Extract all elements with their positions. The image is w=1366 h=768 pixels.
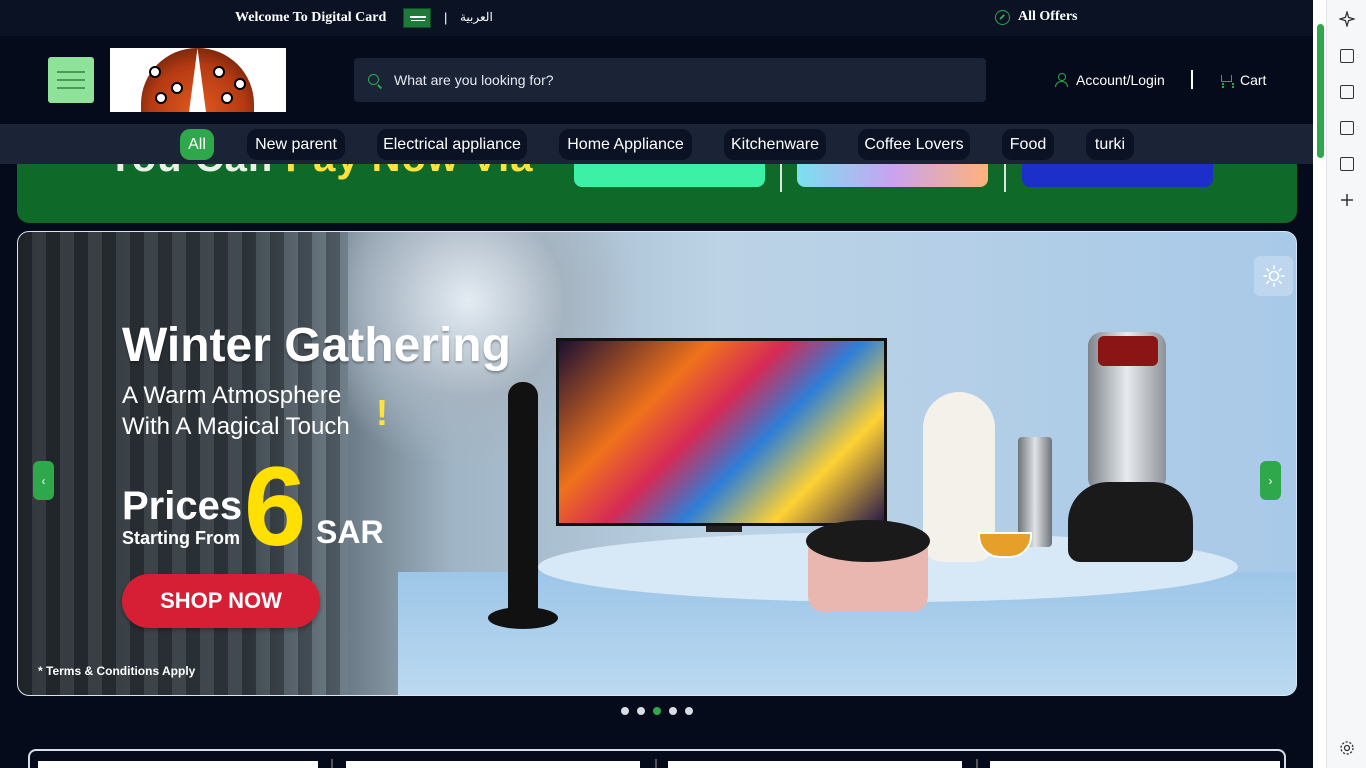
carousel-dot-2[interactable]: [637, 707, 645, 715]
cake-maker-plate: [806, 520, 930, 562]
hero-subtitle-line2: With A Magical Touch: [122, 413, 350, 440]
logo-dot: [171, 82, 183, 94]
scrollbar-thumb[interactable]: [1317, 24, 1324, 158]
shop-now-button[interactable]: SHOP NOW: [122, 574, 320, 628]
sparkle-icon[interactable]: [1339, 11, 1355, 27]
samovar-lid: [1098, 336, 1158, 366]
category-nav: All New parent Electrical appliance Home…: [0, 124, 1313, 164]
product-card[interactable]: [38, 761, 318, 768]
category-electrical-appliance[interactable]: Electrical appliance: [377, 129, 527, 160]
carousel-dots: [621, 707, 693, 715]
television-image: [556, 338, 887, 526]
hamburger-menu-icon: [57, 71, 85, 73]
screenshot-icon[interactable]: [1340, 49, 1354, 63]
product-cards-section: [28, 749, 1286, 768]
saudi-flag-icon: [403, 8, 431, 28]
search-icon: [368, 74, 379, 85]
cart-label: Cart: [1240, 72, 1267, 88]
hero-prices-label: Prices: [122, 484, 243, 528]
theme-toggle-button[interactable]: [1254, 256, 1293, 296]
all-offers-label: All Offers: [1018, 9, 1078, 24]
welcome-text: Welcome To Digital Card: [235, 10, 387, 25]
language-switch-link[interactable]: العربية: [460, 10, 493, 24]
reader-icon[interactable]: [1340, 157, 1354, 171]
sun-icon: [1262, 265, 1285, 287]
television-stand: [706, 526, 742, 532]
settings-gear-icon[interactable]: [1339, 740, 1355, 756]
cart-icon: [1219, 74, 1234, 86]
terms-note: * Terms & Conditions Apply: [38, 664, 196, 678]
account-login-link[interactable]: Account/Login: [1055, 72, 1165, 88]
carousel-next-button[interactable]: ›: [1260, 461, 1281, 500]
carousel-dot-4[interactable]: [669, 707, 677, 715]
logo-dot: [213, 66, 225, 78]
product-card[interactable]: [346, 761, 640, 768]
search-input[interactable]: [394, 58, 974, 102]
carousel-dot-1[interactable]: [621, 707, 629, 715]
hero-title: Winter Gathering: [122, 319, 511, 372]
header-divider: [1191, 70, 1193, 89]
category-kitchenware[interactable]: Kitchenware: [724, 129, 826, 160]
logo-dot: [221, 92, 233, 104]
account-login-label: Account/Login: [1076, 72, 1165, 88]
samovar-base: [1068, 482, 1193, 562]
hero-banner[interactable]: Winter Gathering A Warm Atmosphere With …: [17, 231, 1297, 696]
hero-currency: SAR: [316, 514, 384, 550]
top-bar: Welcome To Digital Card | العربية All Of…: [0, 0, 1313, 36]
main-header: Account/Login Cart: [0, 36, 1313, 124]
browser-side-panel: [1326, 0, 1366, 768]
carousel-dot-5[interactable]: [685, 707, 693, 715]
category-all[interactable]: All: [180, 129, 214, 160]
card-divider: [976, 759, 978, 768]
tower-fan-image: [508, 382, 538, 622]
hero-exclamation: !: [376, 392, 388, 433]
category-food[interactable]: Food: [1002, 129, 1054, 160]
category-turki[interactable]: turki: [1086, 129, 1134, 160]
add-icon[interactable]: [1340, 193, 1354, 207]
cart-link[interactable]: Cart: [1219, 72, 1266, 88]
carousel-prev-button[interactable]: ‹: [33, 461, 54, 500]
bookmark-icon[interactable]: [1340, 121, 1354, 135]
card-divider: [331, 759, 333, 768]
ladybug-logo-icon: [141, 48, 254, 112]
hero-subtitle: A Warm Atmosphere With A Magical Touch: [122, 380, 350, 442]
hero-starting-from: Starting From: [122, 528, 241, 548]
topbar-separator: |: [444, 10, 448, 25]
hamburger-menu-button[interactable]: [48, 57, 94, 103]
wallet-icon[interactable]: [1340, 85, 1354, 99]
hamburger-line: [57, 87, 85, 89]
logo-dot: [234, 78, 246, 90]
coffee-grinder-image: [1018, 437, 1052, 547]
logo-dot: [149, 66, 161, 78]
hero-subtitle-line1: A Warm Atmosphere: [122, 382, 342, 409]
product-card[interactable]: [990, 761, 1280, 768]
user-icon: [1055, 73, 1068, 87]
carousel-dot-3[interactable]: [653, 707, 661, 715]
card-divider: [655, 759, 657, 768]
logo-dot: [155, 92, 167, 104]
category-coffee-lovers[interactable]: Coffee Lovers: [858, 129, 970, 160]
percent-badge-icon: [995, 9, 1010, 25]
search-bar: [354, 58, 986, 102]
category-new-parent[interactable]: New parent: [247, 129, 345, 160]
hero-price-value: 6: [244, 444, 307, 569]
hamburger-line: [57, 79, 85, 81]
store-logo[interactable]: [110, 48, 286, 112]
category-home-appliance[interactable]: Home Appliance: [559, 129, 692, 160]
product-card[interactable]: [668, 761, 962, 768]
all-offers-link[interactable]: All Offers: [995, 9, 1077, 25]
tower-fan-base: [488, 607, 558, 629]
